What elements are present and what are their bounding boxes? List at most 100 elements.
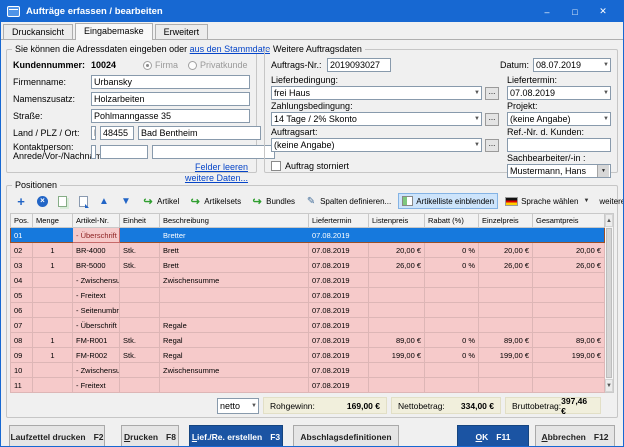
felder-leeren-link[interactable]: Felder leeren	[195, 162, 248, 172]
scrollbar-thumb[interactable]	[606, 228, 612, 378]
namenszusatz-label: Namenszusatz:	[13, 95, 91, 104]
firmenname-field[interactable]	[91, 75, 250, 89]
tab-eingabemaske[interactable]: Eingabemaske	[75, 23, 153, 40]
lieferbedingung-more-button[interactable]: ...	[485, 87, 499, 100]
column-header-1[interactable]: Menge	[33, 214, 73, 228]
auftragsart-more-button[interactable]: ...	[485, 139, 499, 152]
netto-brutto-combo[interactable]: netto ▼	[217, 398, 259, 414]
netto-brutto-combo-value: netto	[220, 401, 240, 411]
cell: 04	[11, 273, 33, 288]
cell	[369, 303, 425, 318]
cell	[120, 303, 160, 318]
table-row[interactable]: 021BR-4000Stk.Brett07.08.201920,00 €0 %2…	[11, 243, 605, 258]
chevron-down-icon: ▼	[95, 149, 96, 155]
cell: 20,00 €	[369, 243, 425, 258]
ok-button[interactable]: OKF11	[457, 425, 529, 447]
paste-position-button[interactable]	[76, 193, 91, 209]
refnr-label: Ref.-Nr. d. Kunden:	[507, 128, 611, 137]
insert-artikelsets-button[interactable]: ↪Artikelsets	[186, 193, 244, 209]
projekt-combo[interactable]: (keine Angabe) ▼	[507, 112, 611, 126]
nachname-field[interactable]	[152, 145, 275, 159]
cell	[33, 363, 73, 378]
insert-bundles-button[interactable]: ↪Bundles	[248, 193, 298, 209]
table-row[interactable]: 01- ÜberschriftBretter07.08.2019	[11, 228, 605, 243]
move-down-button[interactable]: ▼	[117, 193, 135, 209]
column-header-5[interactable]: Liefertermin	[309, 214, 369, 228]
namenszusatz-field[interactable]	[91, 92, 250, 106]
cell: 89,00 €	[533, 333, 605, 348]
paste-icon	[79, 196, 88, 207]
lieferbedingung-combo[interactable]: frei Haus ▼	[271, 86, 482, 100]
strasse-field[interactable]	[91, 109, 250, 123]
table-row[interactable]: 05- Freitext07.08.2019	[11, 288, 605, 303]
zahlungsbedingung-more-button[interactable]: ...	[485, 113, 499, 126]
copy-position-button[interactable]	[55, 193, 72, 209]
auftrag-storniert-checkbox[interactable]	[271, 161, 281, 171]
lief-re-erstellen-button[interactable]: Lief./Re. erstellenF3	[189, 425, 283, 447]
abbrechen-button[interactable]: AbbrechenF12	[535, 425, 615, 447]
table-row[interactable]: 04- Zwischensu...Zwischensumme07.08.2019	[11, 273, 605, 288]
abschlagsdefinitionen-button[interactable]: Abschlagsdefinitionen	[293, 425, 399, 447]
sprache-waehlen-button[interactable]: Sprache wählen▼	[502, 193, 592, 209]
table-row[interactable]: 031BR-5000Stk.Brett07.08.201926,00 €0 %2…	[11, 258, 605, 273]
delete-position-button[interactable]: ×	[34, 193, 51, 209]
laufzettel-drucken-button[interactable]: Laufzettel druckenF2	[9, 425, 105, 447]
drucken-button-shortcut: F8	[166, 432, 176, 442]
close-button[interactable]: ✕	[589, 1, 617, 22]
artikelliste-einblenden-button[interactable]: Artikelliste einblenden	[398, 193, 498, 209]
chevron-down-icon: ▼	[603, 62, 609, 68]
column-header-2[interactable]: Artikel-Nr.	[73, 214, 120, 228]
auftragsart-combo[interactable]: (keine Angabe) ▼	[271, 138, 482, 152]
table-row[interactable]: 10- Zwischensu...Zwischensumme07.08.2019	[11, 363, 605, 378]
column-header-6[interactable]: Listenpreis	[369, 214, 425, 228]
auftragsnr-field[interactable]	[327, 58, 391, 72]
cell: - Freitext	[73, 378, 120, 393]
weitere-daten-link[interactable]: weitere Daten...	[185, 173, 248, 183]
drucken-button[interactable]: DruckenF8	[121, 425, 179, 447]
scroll-down-icon[interactable]: ▼	[605, 379, 613, 392]
spalten-definieren-button[interactable]: ✎Spalten definieren...	[302, 193, 394, 209]
maximize-button[interactable]: □	[561, 1, 589, 22]
table-scrollbar[interactable]: ▲ ▼	[605, 213, 614, 393]
cell	[33, 303, 73, 318]
column-header-3[interactable]: Einheit	[120, 214, 160, 228]
land-combo[interactable]: D ▼	[91, 126, 96, 140]
liefertermin-combo[interactable]: 07.08.2019 ▼	[507, 86, 611, 100]
privatkunde-radio[interactable]	[188, 61, 197, 70]
refnr-field[interactable]	[507, 138, 611, 152]
table-row[interactable]: 11- Freitext07.08.2019	[11, 378, 605, 393]
vorname-field[interactable]	[100, 145, 148, 159]
tab-erweitert[interactable]: Erweitert	[155, 24, 209, 39]
sachbearbeiter-combo[interactable]: Mustermann, Hans ▼	[507, 164, 611, 178]
abbrechen-button-shortcut: F12	[594, 432, 609, 442]
datum-combo[interactable]: 08.07.2019 ▼	[533, 58, 611, 72]
table-row[interactable]: 06- Seitenumbruch07.08.2019	[11, 303, 605, 318]
scroll-up-icon[interactable]: ▲	[605, 214, 613, 227]
sprache-waehlen-button-label: Sprache wählen	[521, 197, 578, 206]
cell	[120, 318, 160, 333]
cell: 199,00 €	[479, 348, 533, 363]
insert-artikel-button[interactable]: ↪Artikel	[139, 193, 182, 209]
chevron-down-icon: ▼	[597, 165, 609, 177]
tab-druckansicht[interactable]: Druckansicht	[3, 24, 73, 39]
weitere-funktionen-button[interactable]: weitere Funktionen...▼	[596, 193, 624, 209]
minimize-button[interactable]: –	[533, 1, 561, 22]
table-row[interactable]: 081FM-R001Stk.Regal07.08.201989,00 €0 %8…	[11, 333, 605, 348]
cell: Zwischensumme	[160, 363, 309, 378]
firma-radio[interactable]	[143, 61, 152, 70]
table-row[interactable]: 07- ÜberschriftRegale07.08.2019	[11, 318, 605, 333]
anrede-combo[interactable]: ▼	[91, 145, 96, 159]
table-row[interactable]: 091FM-R002Stk.Regal07.08.2019199,00 €0 %…	[11, 348, 605, 363]
column-header-9[interactable]: Gesamtpreis	[533, 214, 605, 228]
cell	[425, 303, 479, 318]
list-icon	[402, 196, 413, 206]
add-position-button[interactable]: +	[12, 193, 30, 209]
column-header-4[interactable]: Beschreibung	[160, 214, 309, 228]
move-up-button[interactable]: ▲	[95, 193, 113, 209]
column-header-0[interactable]: Pos.	[11, 214, 33, 228]
column-header-7[interactable]: Rabatt (%)	[425, 214, 479, 228]
column-header-8[interactable]: Einzelpreis	[479, 214, 533, 228]
ort-field[interactable]	[138, 126, 261, 140]
zahlungsbedingung-combo[interactable]: 14 Tage / 2% Skonto ▼	[271, 112, 482, 126]
plz-field[interactable]	[100, 126, 134, 140]
